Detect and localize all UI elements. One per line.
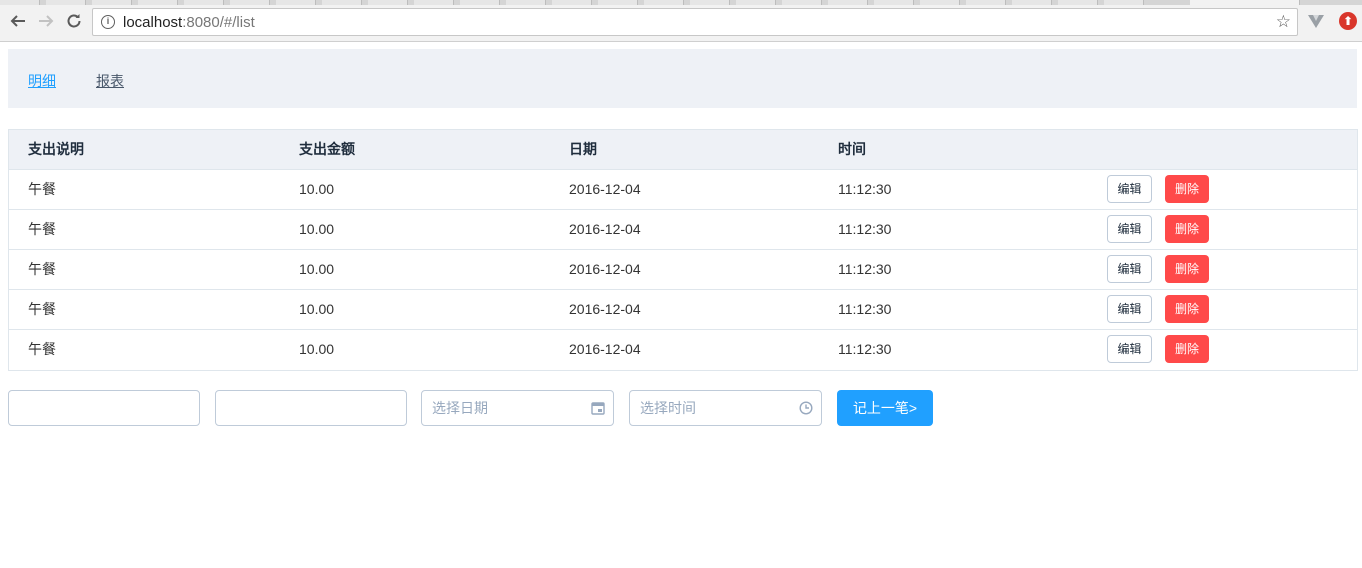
cell-amount: 10.00	[299, 261, 335, 277]
cell-desc: 午餐	[28, 341, 56, 357]
edit-button[interactable]: 编辑	[1107, 295, 1152, 323]
browser-tab[interactable]	[322, 0, 362, 5]
browser-tab[interactable]	[920, 0, 960, 5]
column-header-date[interactable]: 日期	[569, 130, 597, 169]
cell-time: 11:12:30	[838, 181, 892, 197]
table-row: 午餐 10.00 2016-12-04 11:12:30 编辑 删除	[9, 250, 1357, 290]
cell-time: 11:12:30	[838, 261, 892, 277]
browser-tab[interactable]	[1104, 0, 1144, 5]
browser-tab[interactable]	[598, 0, 638, 5]
edit-button[interactable]: 编辑	[1107, 175, 1152, 203]
browser-toolbar: i localhost:8080/#/list ☆ ⬆	[0, 0, 1362, 42]
browser-tab[interactable]	[782, 0, 822, 5]
browser-tab-active[interactable]	[1190, 0, 1300, 5]
browser-tab[interactable]	[966, 0, 1006, 5]
delete-button[interactable]: 删除	[1165, 295, 1209, 323]
url-host: localhost	[123, 13, 183, 31]
browser-tab[interactable]	[460, 0, 500, 5]
table-row: 午餐 10.00 2016-12-04 11:12:30 编辑 删除	[9, 330, 1357, 370]
address-url[interactable]: localhost:8080/#/list	[123, 14, 255, 31]
browser-tab[interactable]	[506, 0, 546, 5]
clock-icon	[799, 401, 813, 415]
expense-table: 支出说明 支出金额 日期 时间 午餐 10.00 2016-12-04 11:1…	[8, 129, 1358, 371]
info-icon[interactable]: i	[101, 15, 115, 29]
table-row: 午餐 10.00 2016-12-04 11:12:30 编辑 删除	[9, 210, 1357, 250]
browser-tab[interactable]	[874, 0, 914, 5]
time-picker[interactable]	[629, 390, 822, 426]
cell-desc: 午餐	[28, 261, 56, 277]
browser-tab[interactable]	[46, 0, 86, 5]
cell-amount: 10.00	[299, 181, 335, 197]
amount-field[interactable]	[215, 390, 407, 426]
column-header-desc[interactable]: 支出说明	[28, 130, 84, 169]
extension-upload-icon[interactable]: ⬆	[1339, 12, 1357, 30]
cell-time: 11:12:30	[838, 341, 892, 357]
tab-strip	[0, 0, 1362, 5]
browser-tab[interactable]	[1012, 0, 1052, 5]
column-header-time[interactable]: 时间	[838, 130, 866, 169]
table-row: 午餐 10.00 2016-12-04 11:12:30 编辑 删除	[9, 290, 1357, 330]
app-nav: 明细 报表	[8, 49, 1357, 108]
cell-desc: 午餐	[28, 301, 56, 317]
address-bar[interactable]: i localhost:8080/#/list ☆	[92, 8, 1298, 36]
cell-amount: 10.00	[299, 301, 335, 317]
cell-desc: 午餐	[28, 181, 56, 197]
browser-tab[interactable]	[828, 0, 868, 5]
browser-tab[interactable]	[414, 0, 454, 5]
add-record-button[interactable]: 记上一笔>	[837, 390, 933, 426]
nav-link-report[interactable]: 报表	[96, 71, 124, 91]
cell-date: 2016-12-04	[569, 301, 641, 317]
forward-button[interactable]	[35, 10, 57, 32]
cell-date: 2016-12-04	[569, 341, 641, 357]
delete-button[interactable]: 删除	[1165, 255, 1209, 283]
browser-tab[interactable]	[1058, 0, 1098, 5]
browser-tab[interactable]	[92, 0, 132, 5]
calendar-icon	[591, 402, 605, 415]
date-input[interactable]	[422, 391, 613, 425]
table-header-row: 支出说明 支出金额 日期 时间	[9, 130, 1357, 170]
edit-button[interactable]: 编辑	[1107, 215, 1152, 243]
back-button[interactable]	[7, 10, 29, 32]
reload-button[interactable]	[63, 10, 85, 32]
extension-v-icon[interactable]	[1307, 12, 1325, 30]
browser-tab[interactable]	[368, 0, 408, 5]
column-header-amount[interactable]: 支出金额	[299, 130, 355, 169]
amount-input[interactable]	[216, 391, 406, 425]
date-picker[interactable]	[421, 390, 614, 426]
browser-tab[interactable]	[276, 0, 316, 5]
browser-tab[interactable]	[690, 0, 730, 5]
cell-desc: 午餐	[28, 221, 56, 237]
desc-input[interactable]	[9, 391, 199, 425]
cell-date: 2016-12-04	[569, 261, 641, 277]
bookmark-star-icon[interactable]: ☆	[1276, 12, 1291, 32]
cell-date: 2016-12-04	[569, 181, 641, 197]
browser-tab[interactable]	[0, 0, 40, 5]
delete-button[interactable]: 删除	[1165, 175, 1209, 203]
desc-field[interactable]	[8, 390, 200, 426]
browser-tab[interactable]	[552, 0, 592, 5]
reload-icon	[67, 14, 81, 28]
browser-tab[interactable]	[138, 0, 178, 5]
browser-tab[interactable]	[230, 0, 270, 5]
cell-amount: 10.00	[299, 221, 335, 237]
time-input[interactable]	[630, 391, 821, 425]
nav-link-detail[interactable]: 明细	[28, 71, 56, 91]
delete-button[interactable]: 删除	[1165, 215, 1209, 243]
browser-tab[interactable]	[644, 0, 684, 5]
browser-tab[interactable]	[184, 0, 224, 5]
arrow-left-icon	[10, 15, 25, 27]
cell-amount: 10.00	[299, 341, 335, 357]
edit-button[interactable]: 编辑	[1107, 255, 1152, 283]
delete-button[interactable]: 删除	[1165, 335, 1209, 363]
cell-time: 11:12:30	[838, 221, 892, 237]
arrow-right-icon	[39, 15, 54, 27]
cell-time: 11:12:30	[838, 301, 892, 317]
edit-button[interactable]: 编辑	[1107, 335, 1152, 363]
browser-tab[interactable]	[736, 0, 776, 5]
cell-date: 2016-12-04	[569, 221, 641, 237]
table-row: 午餐 10.00 2016-12-04 11:12:30 编辑 删除	[9, 170, 1357, 210]
url-path: :8080/#/list	[182, 13, 255, 31]
